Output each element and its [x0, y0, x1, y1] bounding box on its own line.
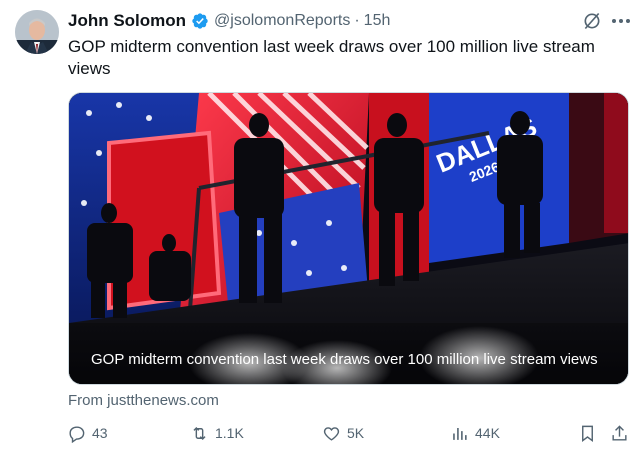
like-count: 5K	[347, 425, 365, 441]
action-bar: 43 1.1K 5K 44K	[62, 420, 632, 446]
view-count: 44K	[475, 425, 500, 441]
bookmark-icon	[582, 425, 593, 442]
retweet-button[interactable]: 1.1K	[190, 420, 244, 446]
timestamp[interactable]: 15h	[364, 12, 391, 30]
share-button[interactable]	[610, 420, 629, 446]
views-icon	[453, 427, 467, 440]
like-button[interactable]: 5K	[322, 420, 364, 446]
convention-photo: DALLAS 2026	[69, 93, 628, 384]
bookmark-button[interactable]	[578, 420, 597, 446]
views-button[interactable]: 44K	[450, 420, 500, 446]
author-name[interactable]: John Solomon	[68, 11, 186, 31]
more-icon[interactable]	[611, 12, 631, 30]
reply-icon	[69, 425, 85, 443]
share-icon	[612, 424, 627, 441]
reply-button[interactable]: 43	[67, 420, 108, 446]
like-icon	[323, 426, 340, 441]
grok-icon[interactable]	[582, 11, 602, 31]
avatar[interactable]	[15, 10, 59, 54]
tweet-text: GOP midterm convention last week draws o…	[68, 37, 595, 78]
avatar-image	[15, 10, 59, 54]
retweet-count: 1.1K	[215, 425, 244, 441]
media-caption: GOP midterm convention last week draws o…	[91, 351, 598, 368]
retweet-icon	[193, 426, 206, 440]
reply-count: 43	[92, 425, 108, 441]
verified-badge-icon	[191, 12, 209, 30]
tweet-header: John Solomon @jsolomonReports · 15h	[68, 10, 390, 32]
tweet-media[interactable]: DALLAS 2026 GOP midterm convention last …	[68, 92, 629, 385]
author-handle[interactable]: @jsolomonReports	[214, 12, 350, 30]
link-source[interactable]: From justthenews.com	[68, 392, 219, 409]
separator-dot: ·	[354, 12, 360, 29]
